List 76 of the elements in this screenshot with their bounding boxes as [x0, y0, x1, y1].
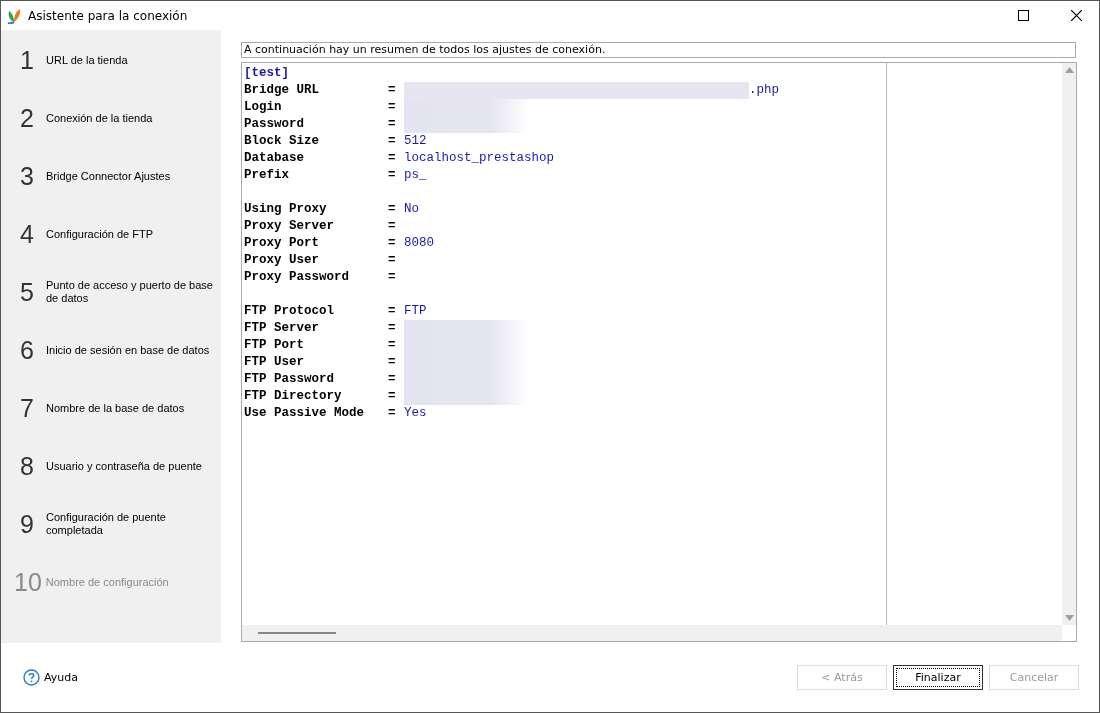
equals-sign: =: [388, 269, 397, 286]
step-label: Inicio de sesión en base de datos: [46, 343, 211, 357]
setting-key: Password: [244, 116, 388, 133]
equals-sign: =: [388, 405, 397, 422]
setting-key: FTP Directory: [244, 388, 388, 405]
close-icon: [1070, 10, 1082, 21]
step-label: Usuario y contraseña de puente: [46, 459, 203, 473]
step-label: Nombre de configuración: [45, 575, 170, 589]
scroll-up-icon[interactable]: [1064, 67, 1074, 73]
setting-key: Prefix: [244, 167, 388, 184]
summary-caption: A continuación hay un resumen de todos los ajustes de conexión.: [241, 42, 1076, 58]
equals-sign: =: [388, 252, 397, 269]
setting-value: 512: [404, 133, 427, 150]
equals-sign: =: [388, 371, 397, 388]
setting-value: Yes: [404, 405, 427, 422]
step-number: 3: [19, 161, 35, 191]
setting-key: Proxy Port: [244, 235, 388, 252]
equals-sign: =: [388, 235, 397, 252]
step-number: 5: [19, 277, 35, 307]
equals-sign: =: [388, 218, 397, 235]
step-label: Bridge Connector Ajustes: [46, 169, 172, 183]
equals-sign: =: [388, 201, 397, 218]
maximize-icon: [1017, 10, 1029, 21]
step-number: 6: [19, 335, 35, 365]
step-number: 8: [19, 451, 35, 481]
setting-key: FTP Port: [244, 337, 388, 354]
app-logo-icon: [7, 7, 21, 24]
setting-value: No: [404, 201, 419, 218]
step-number: 4: [19, 219, 35, 249]
equals-sign: =: [388, 150, 397, 167]
step-number: 9: [19, 509, 35, 539]
setting-key: Proxy Server: [244, 218, 388, 235]
step-label: Configuración de puente completada: [46, 511, 167, 537]
equals-sign: =: [388, 354, 397, 371]
setting-key: Using Proxy: [244, 201, 388, 218]
scrollbar-thumb[interactable]: [258, 632, 336, 634]
setting-value: ps_: [404, 167, 427, 184]
equals-sign: =: [388, 388, 397, 405]
step-label: Conexión de la tienda: [46, 111, 154, 125]
setting-key: FTP Password: [244, 371, 388, 388]
step-label: Configuración de FTP: [46, 227, 154, 241]
equals-sign: =: [388, 82, 397, 99]
setting-key: Login: [244, 99, 388, 116]
setting-key: Proxy Password: [244, 269, 388, 286]
setting-key: FTP Protocol: [244, 303, 388, 320]
step-number: 1: [19, 45, 35, 75]
wizard-button[interactable]: Finalizar: [893, 665, 983, 690]
setting-key: Database: [244, 150, 388, 167]
window-title: Asistente para la conexión: [28, 8, 189, 23]
step-label: URL de la tienda: [46, 53, 129, 67]
equals-sign: =: [388, 99, 397, 116]
equals-sign: =: [388, 320, 397, 337]
section-header: [test]: [244, 65, 289, 82]
step-number: 2: [19, 103, 35, 133]
setting-key: Use Passive Mode: [244, 405, 388, 422]
step-label: Nombre de la base de datos: [46, 401, 186, 415]
scroll-down-icon[interactable]: [1064, 615, 1074, 621]
setting-key: FTP User: [244, 354, 388, 371]
equals-sign: =: [388, 167, 397, 184]
setting-value: FTP: [404, 303, 427, 320]
step-number: 10: [14, 567, 42, 597]
help-icon: [23, 669, 40, 686]
setting-key: FTP Server: [244, 320, 388, 337]
step-label: Punto de acceso y puerto de base de datos: [46, 279, 214, 305]
equals-sign: =: [388, 133, 397, 150]
setting-value: localhost_prestashop: [404, 150, 555, 167]
equals-sign: =: [388, 337, 397, 354]
equals-sign: =: [388, 303, 397, 320]
setting-key: Block Size: [244, 133, 388, 150]
help-link[interactable]: Ayuda: [44, 671, 78, 684]
setting-value: .php: [749, 82, 779, 99]
step-number: 7: [19, 393, 35, 423]
setting-value: 8080: [404, 235, 434, 252]
setting-key: Bridge URL: [244, 82, 388, 99]
setting-key: Proxy User: [244, 252, 388, 269]
equals-sign: =: [388, 116, 397, 133]
